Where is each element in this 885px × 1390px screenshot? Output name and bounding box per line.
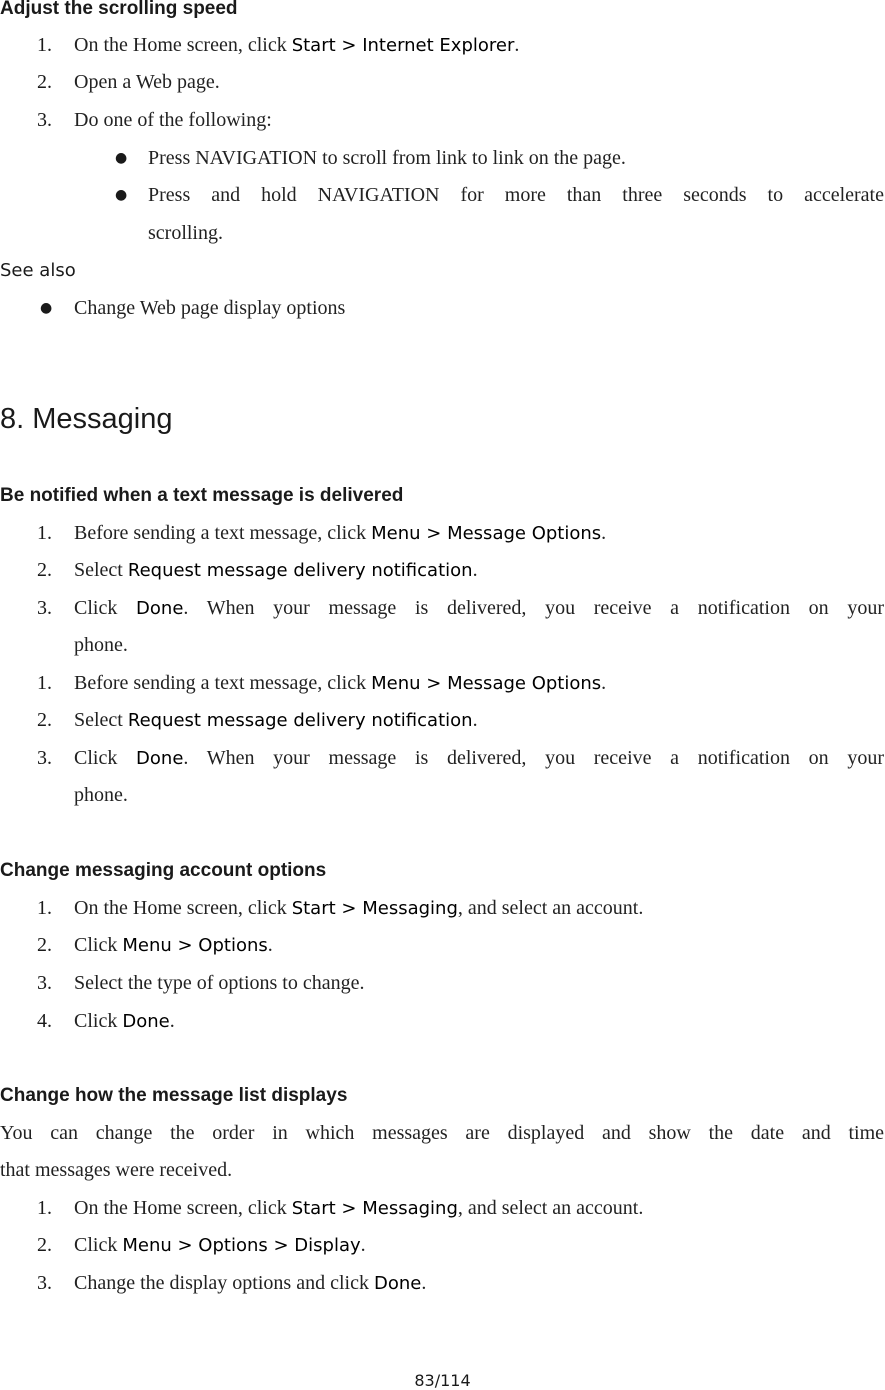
step-scroll-1: On the Home screen, click Start > Intern… (74, 34, 520, 56)
step-number: 2. (37, 934, 52, 956)
see-also-link[interactable]: Change Web page display options (74, 295, 345, 321)
step-notify-6-cont: phone. (74, 784, 128, 806)
step-number: 4. (37, 1010, 52, 1032)
step-number: 3. (37, 747, 52, 769)
step-number: 3. (37, 109, 52, 131)
step-account-2: Click Menu > Options. (74, 934, 273, 956)
step-account-4: Click Done. (74, 1010, 175, 1032)
step-number: 3. (37, 1272, 52, 1294)
section-heading-notify: Be notified when a text message is deliv… (0, 485, 404, 506)
bullet-icon: ● (40, 300, 53, 316)
intro-paragraph: You can change the order in which messag… (0, 1122, 884, 1144)
step-number: 3. (37, 597, 52, 619)
step-scroll-3: Do one of the following: (74, 109, 272, 131)
step-number: 2. (37, 71, 52, 93)
step-list-2: Click Menu > Options > Display. (74, 1234, 366, 1256)
step-number: 2. (37, 559, 52, 581)
step-list-1: On the Home screen, click Start > Messag… (74, 1197, 644, 1219)
step-notify-1: Before sending a text message, click Men… (74, 522, 607, 544)
bullet-item-navigation: Press NAVIGATION to scroll from link to … (148, 147, 626, 169)
step-number: 1. (37, 34, 52, 56)
step-notify-6: Click Done. When your message is deliver… (74, 747, 884, 769)
step-notify-4: Before sending a text message, click Men… (74, 672, 607, 694)
step-notify-3: Click Done. When your message is deliver… (74, 597, 884, 619)
step-notify-2: Select Request message delivery notifica… (74, 559, 478, 581)
bullet-icon: ● (115, 187, 128, 203)
step-account-3: Select the type of options to change. (74, 972, 365, 994)
step-number: 3. (37, 972, 52, 994)
step-number: 1. (37, 1197, 52, 1219)
intro-paragraph-cont: that messages were received. (0, 1159, 233, 1181)
section-heading-account: Change messaging account options (0, 860, 327, 881)
bullet-item-accelerate: Press and hold NAVIGATION for more than … (148, 184, 884, 206)
chapter-title: 8. Messaging (0, 403, 173, 435)
section-heading-list: Change how the message list displays (0, 1085, 348, 1106)
document-page: Adjust the scrolling speed 1. On the Hom… (0, 0, 885, 1390)
step-number: 1. (37, 672, 52, 694)
section-heading-scrolling: Adjust the scrolling speed (0, 0, 238, 19)
step-number: 1. (37, 522, 52, 544)
step-account-1: On the Home screen, click Start > Messag… (74, 897, 644, 919)
step-number: 2. (37, 709, 52, 731)
page-number: 83/114 (414, 1371, 471, 1390)
step-list-3: Change the display options and click Don… (74, 1272, 427, 1294)
see-also-label: See also (0, 260, 76, 281)
bullet-icon: ● (115, 150, 128, 166)
step-number: 2. (37, 1234, 52, 1256)
step-scroll-2: Open a Web page. (74, 71, 220, 93)
step-number: 1. (37, 897, 52, 919)
step-notify-5: Select Request message delivery notifica… (74, 709, 478, 731)
step-notify-3-cont: phone. (74, 634, 128, 656)
bullet-item-accelerate-cont: scrolling. (148, 222, 223, 244)
